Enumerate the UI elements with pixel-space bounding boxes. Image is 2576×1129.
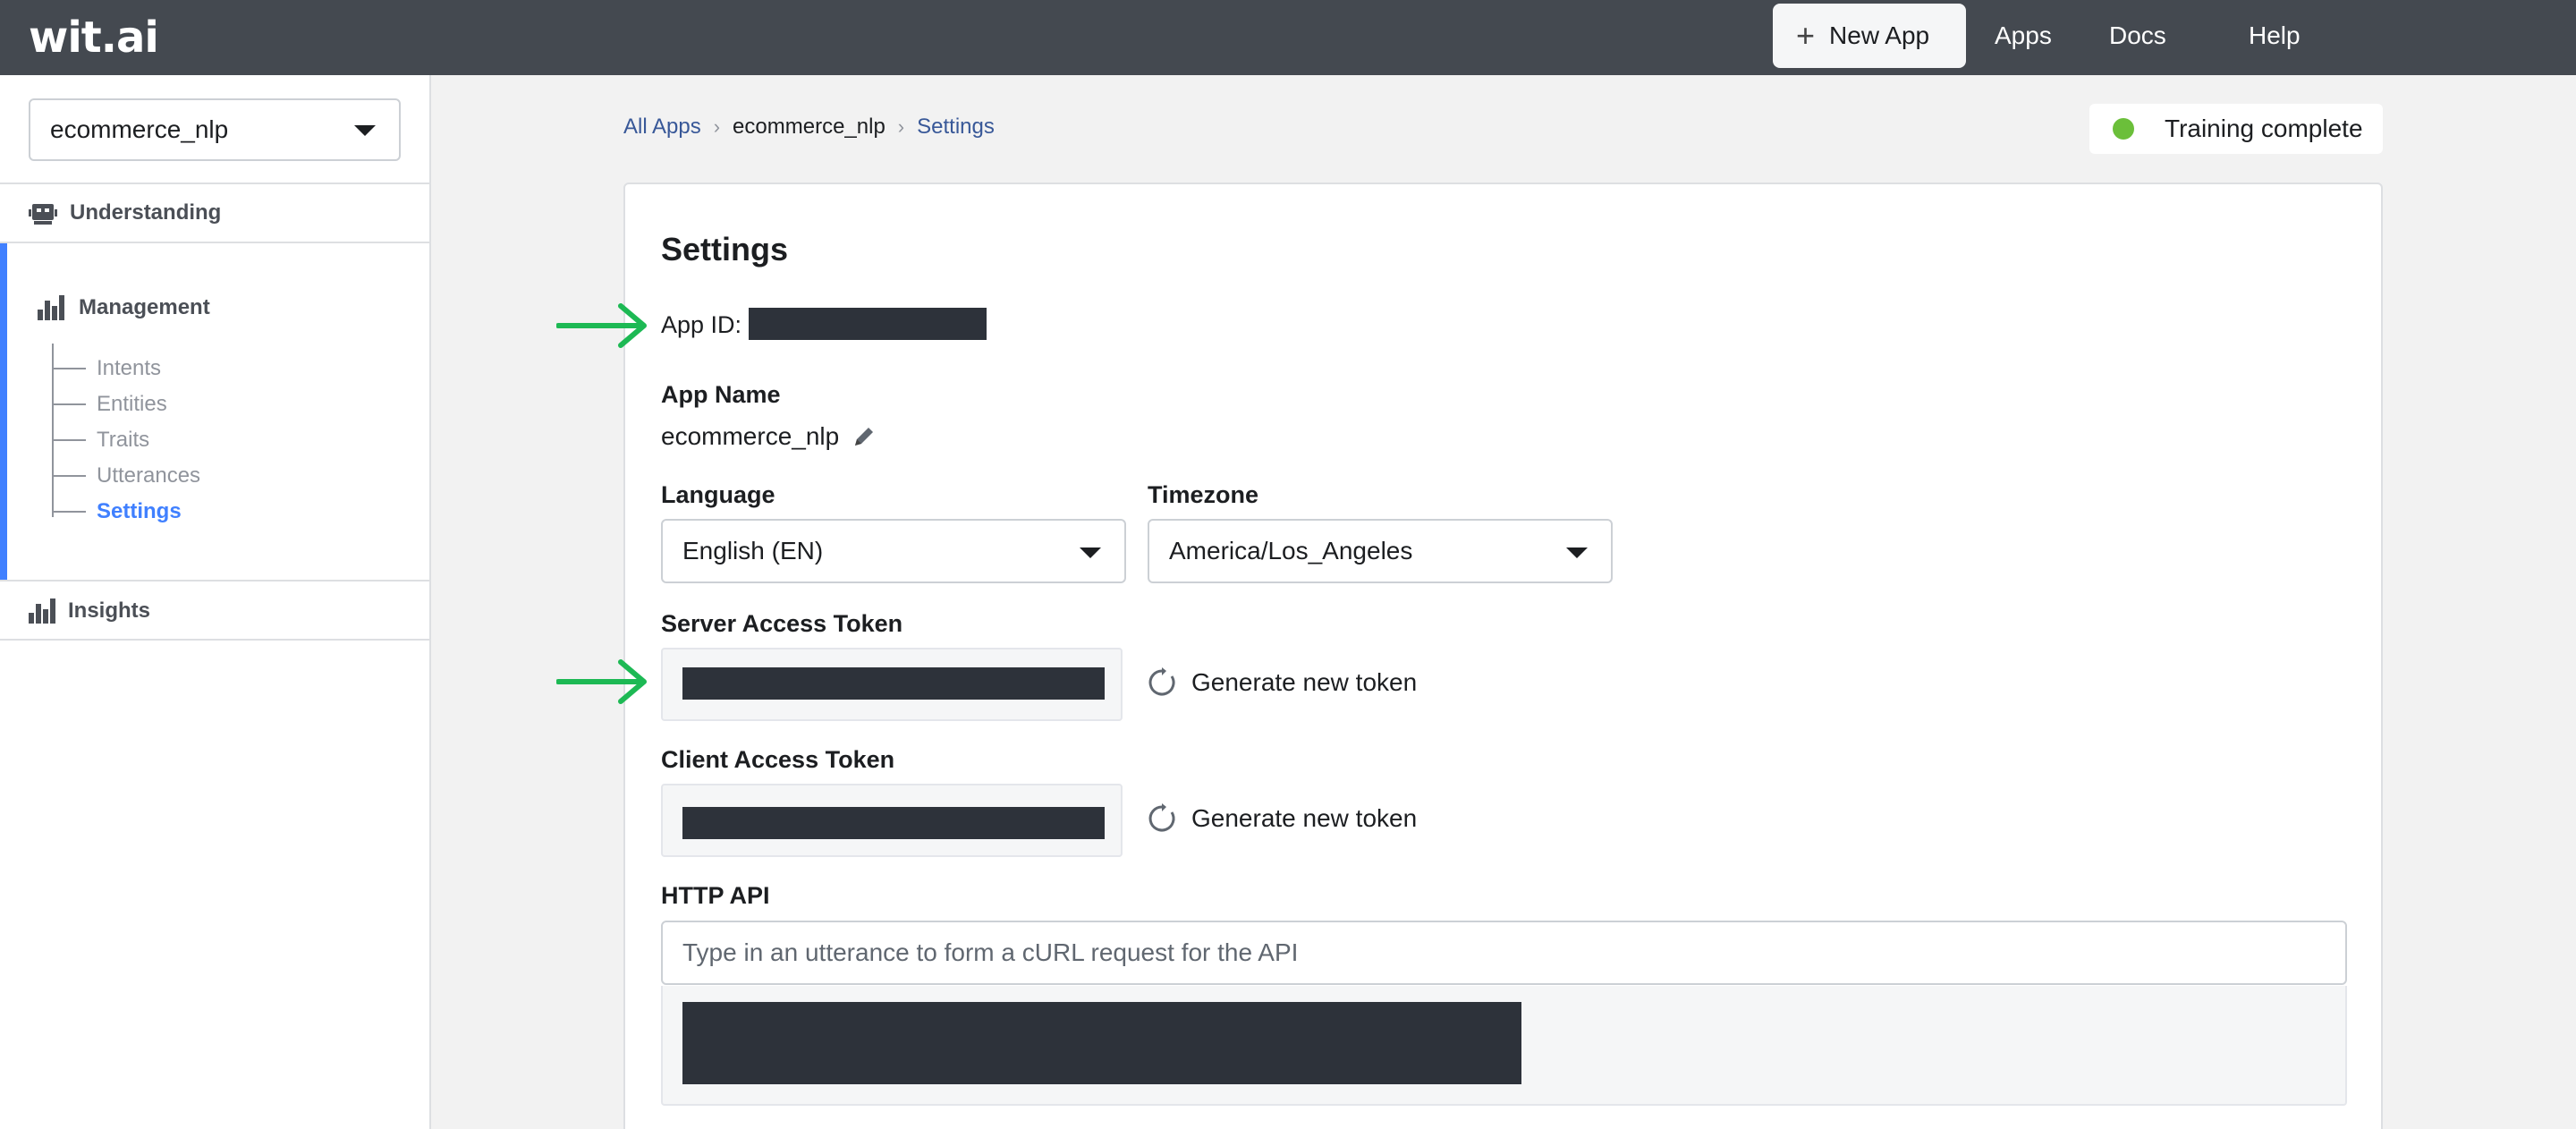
chevron-down-icon xyxy=(354,125,376,136)
app-name-label: App Name xyxy=(661,381,781,408)
breadcrumb-app: ecommerce_nlp xyxy=(733,115,886,139)
sidebar: ecommerce_nlp Understanding Management I… xyxy=(0,75,431,1129)
sidebar-item-settings[interactable]: Settings xyxy=(52,494,182,530)
generate-label: Generate new token xyxy=(1191,804,1418,832)
sidebar-item-traits[interactable]: Traits xyxy=(52,422,149,458)
chevron-right-icon: › xyxy=(897,115,905,138)
generate-server-token-button[interactable]: Generate new token xyxy=(1147,667,1417,698)
chevron-down-icon xyxy=(1080,548,1101,558)
timezone-value: America/Los_Angeles xyxy=(1169,537,1413,564)
server-token-label: Server Access Token xyxy=(661,610,903,637)
timezone-label: Timezone xyxy=(1148,481,1259,508)
app-selector-value: ecommerce_nlp xyxy=(50,115,229,143)
refresh-icon xyxy=(1148,803,1175,832)
language-value: English (EN) xyxy=(682,537,824,564)
http-api-utterance-input[interactable] xyxy=(661,921,2347,985)
sidebar-label-management: Management xyxy=(79,295,210,319)
http-api-label: HTTP API xyxy=(661,882,770,909)
plus-icon: + xyxy=(1796,17,1816,54)
bar-chart-icon xyxy=(29,598,55,624)
new-app-button[interactable]: + New App xyxy=(1773,4,1966,68)
server-token-redacted xyxy=(682,667,1105,700)
sidebar-item-insights[interactable]: Insights xyxy=(0,581,429,641)
app-name-value: ecommerce_nlp xyxy=(661,422,840,450)
generate-label: Generate new token xyxy=(1191,668,1418,696)
breadcrumb-settings[interactable]: Settings xyxy=(917,115,995,140)
breadcrumb-all-apps[interactable]: All Apps xyxy=(623,115,701,140)
training-status-label: Training complete xyxy=(2165,115,2363,142)
wit-ai-logo[interactable]: wit.ai xyxy=(29,9,159,66)
chevron-right-icon: › xyxy=(713,115,721,138)
top-bar: wit.ai + New App Apps Docs Help xyxy=(0,0,2576,75)
new-app-label: New App xyxy=(1829,21,1930,49)
sidebar-item-management[interactable]: Management xyxy=(38,295,210,320)
curl-request-output[interactable] xyxy=(661,986,2347,1106)
status-dot-icon xyxy=(2113,118,2134,140)
training-status-badge: Training complete xyxy=(2089,104,2383,154)
client-token-field[interactable] xyxy=(661,784,1123,857)
refresh-icon xyxy=(1148,667,1175,696)
timezone-dropdown[interactable]: America/Los_Angeles xyxy=(1148,519,1613,583)
bar-chart-icon xyxy=(38,295,64,320)
nav-help-link[interactable]: Help xyxy=(2249,0,2301,72)
sidebar-label-insights: Insights xyxy=(68,598,151,623)
curl-request-redacted xyxy=(682,1002,1521,1084)
divider xyxy=(0,639,429,641)
sidebar-item-utterances[interactable]: Utterances xyxy=(52,458,200,494)
active-section-indicator xyxy=(0,243,7,581)
annotation-arrow-icon xyxy=(556,659,647,704)
client-token-label: Client Access Token xyxy=(661,746,895,773)
generate-client-token-button[interactable]: Generate new token xyxy=(1147,803,1417,834)
language-label: Language xyxy=(661,481,775,508)
client-token-redacted xyxy=(682,807,1105,839)
nav-apps-link[interactable]: Apps xyxy=(1995,0,2052,72)
robot-icon xyxy=(29,204,57,225)
sidebar-item-understanding[interactable]: Understanding xyxy=(0,183,429,242)
app-id-value-redacted xyxy=(749,308,987,340)
nav-docs-link[interactable]: Docs xyxy=(2109,0,2166,72)
app-id-label: App ID: xyxy=(661,311,742,338)
breadcrumb: All Apps › ecommerce_nlp › Settings xyxy=(623,115,995,140)
pencil-icon[interactable] xyxy=(852,424,877,449)
app-selector-dropdown[interactable]: ecommerce_nlp xyxy=(29,98,401,161)
chevron-down-icon xyxy=(1566,548,1588,558)
annotation-arrow-icon xyxy=(556,303,647,348)
divider xyxy=(0,242,429,243)
page-title: Settings xyxy=(661,231,789,267)
sidebar-item-entities[interactable]: Entities xyxy=(52,386,167,422)
language-dropdown[interactable]: English (EN) xyxy=(661,519,1126,583)
server-token-field[interactable] xyxy=(661,648,1123,721)
sidebar-item-intents[interactable]: Intents xyxy=(52,351,161,386)
sidebar-label-understanding: Understanding xyxy=(70,200,222,225)
